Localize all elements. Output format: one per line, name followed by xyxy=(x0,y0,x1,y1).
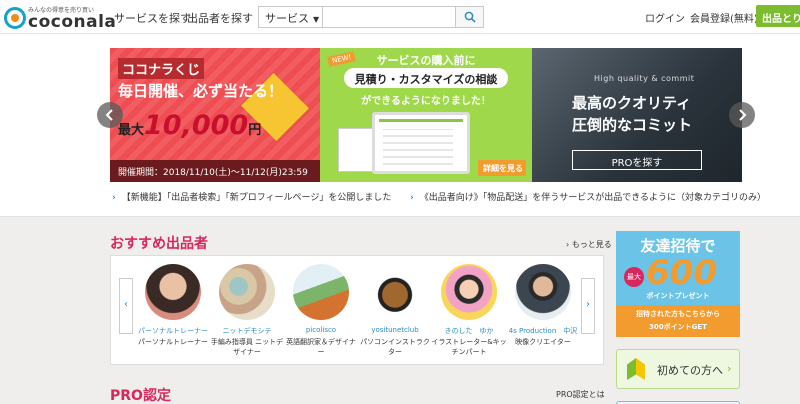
seller-role: パソコンインストラクター xyxy=(360,338,430,356)
seller-name: picolisco xyxy=(305,326,337,334)
avatar xyxy=(441,264,497,320)
seller-role: 手編み指導員 ニットデザイナー xyxy=(210,338,284,356)
sellers-prev-button[interactable]: ‹ xyxy=(119,278,133,334)
invite-points: ポイントプレゼント xyxy=(646,292,710,300)
banner-carousel: ココナラくじ 毎日開催、必ず当たる！ 最大10,000円 開催期間：2018/1… xyxy=(0,34,800,184)
lottery-number: 10,000 xyxy=(144,110,249,141)
banner-estimate[interactable]: サービスの購入前に NEW! 見積り・カスタマイズの相談 ができるようになりまし… xyxy=(320,48,532,182)
lottery-prefix: 最大 xyxy=(118,123,145,138)
news-text: 《出品者向け》「物品配送」を伴うサービスが出品できるように（対象カテゴリのみ） xyxy=(419,193,767,203)
chevron-right-icon: › xyxy=(112,193,116,203)
main-content: おすすめ出品者 › もっと見る ‹ › パーソナルトレーナー パーソナルトレーナ… xyxy=(0,216,800,404)
search-category-value: サービス xyxy=(265,12,309,25)
nav-find-sellers[interactable]: 出品者を探す xyxy=(187,10,253,26)
site-header: みんなの得意を売り買い coconala サービスを探す 出品者を探す サービス… xyxy=(0,0,800,34)
more-link-label: もっと見る xyxy=(571,240,612,249)
avatar xyxy=(145,264,201,320)
seller-card[interactable]: パーソナルトレーナー パーソナルトレーナー xyxy=(135,264,211,362)
avatar xyxy=(293,264,349,320)
chevron-right-icon: › xyxy=(410,193,414,203)
seller-role: パーソナルトレーナー xyxy=(138,338,208,346)
recommended-title: おすすめ出品者 xyxy=(110,236,208,252)
lottery-subtitle: 毎日開催、必ず当たる！ xyxy=(118,82,284,100)
search-category-select[interactable]: サービス ▼ xyxy=(259,7,323,27)
invite-number: 600 xyxy=(646,253,717,293)
seller-name: きのした ゆか xyxy=(444,327,494,335)
estimate-line3: ができるようになりました！ xyxy=(361,96,491,107)
seller-card[interactable]: 4s Production 中沢 映像クリエイター xyxy=(505,264,581,362)
search-button[interactable] xyxy=(455,7,483,27)
seller-card[interactable]: ニットデモシテ 手編み指導員 ニットデザイナー xyxy=(209,264,285,362)
invite-band-line1: 招待された方もこちらから xyxy=(636,310,720,318)
monitor-illustration xyxy=(372,112,470,174)
signup-link[interactable]: 会員登録(無料) xyxy=(690,10,758,25)
seller-name: 4s Production 中沢 xyxy=(508,327,578,335)
pro-headline-1: 最高のクオリティ xyxy=(572,94,692,112)
find-pro-button[interactable]: PROを探す xyxy=(572,150,702,170)
nav-find-services[interactable]: サービスを探す xyxy=(114,10,191,26)
lottery-unit: 円 xyxy=(248,123,262,138)
search-input[interactable] xyxy=(323,7,453,27)
chevron-left-icon xyxy=(105,109,113,121)
recommended-sellers: ‹ › パーソナルトレーナー パーソナルトレーナー ニットデモシテ 手編み指導員… xyxy=(110,255,604,365)
search-icon xyxy=(464,11,476,23)
banner-lottery[interactable]: ココナラくじ 毎日開催、必ず当たる！ 最大10,000円 開催期間：2018/1… xyxy=(110,48,320,182)
chevron-right-icon xyxy=(739,109,747,121)
avatar xyxy=(515,264,571,320)
detail-button[interactable]: 詳細を見る xyxy=(478,160,526,176)
seller-name: ニットデモシテ xyxy=(222,327,272,335)
first-time-label: 初めての方へ xyxy=(657,364,723,377)
invite-band-line2: 300ポイントGET xyxy=(649,323,707,331)
chevron-left-icon: ‹ xyxy=(124,299,128,310)
sellers-next-button[interactable]: › xyxy=(581,278,595,334)
pro-headline-2: 圧倒的なコミット xyxy=(572,116,693,134)
news-item[interactable]: › 【新機能】「出品者検索」「新プロフィールページ」を公開しました xyxy=(112,190,391,203)
logo-text: coconala xyxy=(28,12,117,32)
news-item[interactable]: › 《出品者向け》「物品配送」を伴うサービスが出品できるように（対象カテゴリのみ） xyxy=(410,190,766,203)
seller-card[interactable]: きのした ゆか イラストレーター&キッチンパート xyxy=(431,264,507,362)
search-box: サービス ▼ xyxy=(258,6,484,28)
lottery-period: 開催期間：2018/11/10(土)〜11/12(月)23:59 xyxy=(110,160,320,182)
invite-friends-ad[interactable]: 友達招待で 最大 600 ポイントプレゼント 招待された方もこちらから 300ポ… xyxy=(616,231,740,337)
seller-name: yositunetclub xyxy=(371,326,419,334)
phone-illustration xyxy=(338,128,374,172)
chevron-right-icon: › xyxy=(586,299,590,310)
seller-role: イラストレーター&キッチンパート xyxy=(431,338,507,356)
avatar xyxy=(367,264,423,320)
sell-button[interactable]: 出品とり xyxy=(756,5,800,27)
seller-card[interactable]: picolisco 英語翻訳家＆デザイナー xyxy=(283,264,359,362)
chevron-right-icon: › xyxy=(727,362,732,375)
invite-max-badge: 最大 xyxy=(624,267,644,287)
pro-about-link[interactable]: PRO認定とは xyxy=(556,389,605,400)
logo-mark-icon xyxy=(4,7,26,29)
more-link[interactable]: › もっと見る xyxy=(566,239,612,250)
banner-pro[interactable]: High quality & commit 最高のクオリティ 圧倒的なコミット … xyxy=(532,48,742,182)
beginner-mark-icon xyxy=(627,358,645,380)
coconala-logo[interactable]: みんなの得意を売り買い coconala xyxy=(4,4,116,32)
chevron-down-icon: ▼ xyxy=(313,15,320,24)
news-text: 【新機能】「出品者検索」「新プロフィールページ」を公開しました xyxy=(121,193,392,203)
login-link[interactable]: ログイン xyxy=(645,10,685,25)
seller-card[interactable]: yositunetclub パソコンインストラクター xyxy=(357,264,433,362)
lottery-title: ココナラくじ xyxy=(118,58,205,79)
lottery-amount: 最大10,000円 xyxy=(118,110,261,141)
carousel-prev-button[interactable] xyxy=(97,102,123,128)
estimate-line2: 見積り・カスタマイズの相談 xyxy=(344,68,508,88)
avatar xyxy=(219,264,275,320)
sell-button-label: 出品とり xyxy=(762,14,800,25)
first-time-button[interactable]: 初めての方へ › xyxy=(616,349,740,389)
seller-role: 英語翻訳家＆デザイナー xyxy=(286,338,356,356)
carousel-next-button[interactable] xyxy=(729,102,755,128)
pro-section-title: PRO認定 xyxy=(110,388,171,404)
seller-name: パーソナルトレーナー xyxy=(138,327,208,335)
seller-role: 映像クリエイター xyxy=(515,338,571,346)
pro-tagline: High quality & commit xyxy=(594,74,695,83)
